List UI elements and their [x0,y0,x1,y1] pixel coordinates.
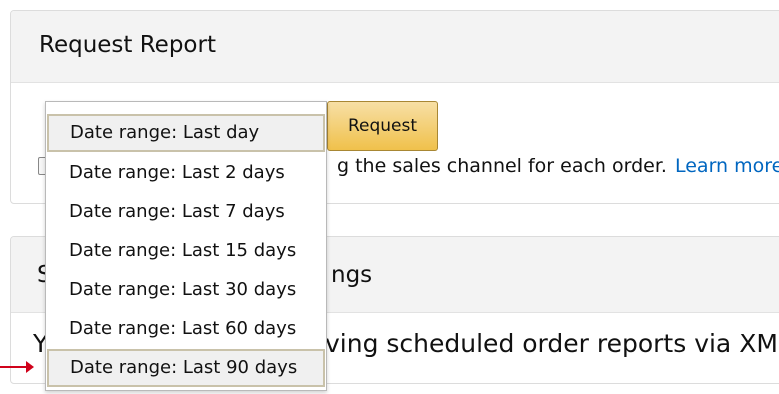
date-range-option-last-day[interactable]: Date range: Last day [47,114,325,152]
arrow-head [26,361,34,373]
date-range-option-last-7-days[interactable]: Date range: Last 7 days [46,193,326,231]
date-range-dropdown[interactable]: Date range: Last day Date range: Last 2 … [45,101,327,391]
red-arrow-icon [0,361,34,373]
request-button[interactable]: Request [327,101,438,151]
arrow-line [0,366,28,368]
request-report-title: Request Report [39,32,216,58]
date-range-option-last-15-days[interactable]: Date range: Last 15 days [46,232,326,270]
date-range-option-last-60-days[interactable]: Date range: Last 60 days [46,310,326,348]
request-report-header: Request Report [11,11,779,83]
learn-more-link[interactable]: Learn more [675,155,779,177]
sales-channel-label: g the sales channel for each order. [337,155,667,177]
sales-channel-option-text: g the sales channel for each order. Learn… [337,155,779,177]
scheduled-reports-title: ngs [331,262,373,288]
date-range-option-last-2-days[interactable]: Date range: Last 2 days [46,154,326,192]
date-range-option-last-30-days[interactable]: Date range: Last 30 days [46,271,326,309]
date-range-option-last-90-days[interactable]: Date range: Last 90 days [47,349,325,387]
scheduled-reports-body-text: ving scheduled order reports via XML [325,329,779,358]
